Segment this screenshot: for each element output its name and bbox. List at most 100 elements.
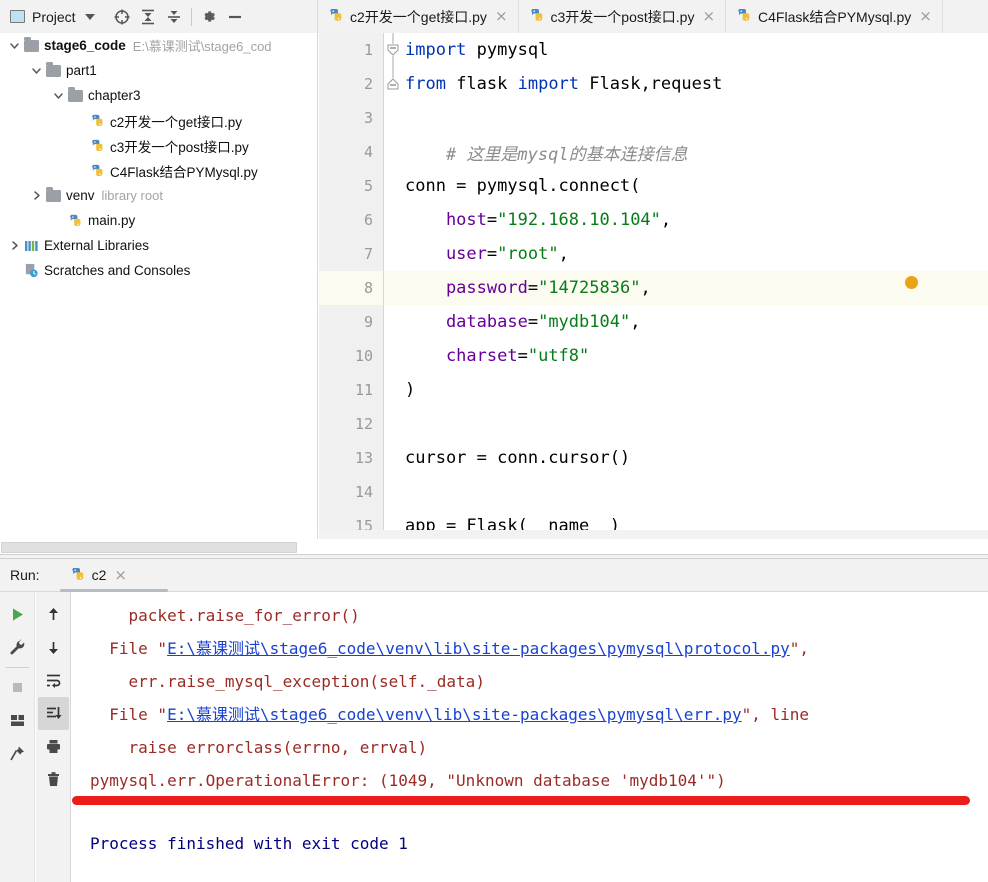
code-fold-marker[interactable] xyxy=(383,33,401,67)
code-line[interactable]: 5 conn = pymysql.connect( xyxy=(319,169,988,203)
stop-icon[interactable] xyxy=(2,671,33,704)
editor-tab-strip: c2开发一个get接口.py × c3开发一个post接口.py × C4Fla… xyxy=(318,0,988,33)
trash-icon[interactable] xyxy=(38,763,69,796)
line-number: 10 xyxy=(319,339,383,373)
up-arrow-icon[interactable] xyxy=(38,598,69,631)
run-console-output[interactable]: packet.raise_for_error() File "E:\慕课测试\s… xyxy=(72,592,988,882)
chevron-down-icon[interactable] xyxy=(28,63,44,79)
code-editor[interactable]: 1 import pymysql 2 from flask import Flask,… xyxy=(319,33,988,530)
tree-item-c3开发一个post接口.py[interactable]: c3开发一个post接口.py xyxy=(0,133,317,158)
scrollbar-thumb[interactable] xyxy=(1,542,297,553)
code-line[interactable]: 6 host="192.168.10.104", xyxy=(319,203,988,237)
line-number: 4 xyxy=(319,135,383,169)
project-window-icon xyxy=(10,10,25,23)
code-line[interactable]: 4 # 这里是mysql的基本连接信息 xyxy=(319,135,988,169)
fold-gutter xyxy=(383,339,401,373)
tree-item-stage6_code[interactable]: stage6_code E:\慕课测试\stage6_cod xyxy=(0,33,317,58)
fold-gutter xyxy=(383,101,401,135)
print-icon[interactable] xyxy=(38,730,69,763)
run-configuration-tab[interactable]: c2 × xyxy=(59,559,168,592)
scroll-to-end-icon[interactable] xyxy=(37,697,69,730)
tree-item-label: main.py xyxy=(88,213,136,228)
fold-gutter xyxy=(383,509,401,530)
code-line[interactable]: 8 password="14725836", xyxy=(319,271,988,305)
chevron-right-icon[interactable] xyxy=(28,188,44,204)
code-text: conn = pymysql.connect( xyxy=(405,176,641,196)
project-tree[interactable]: stage6_code E:\慕课测试\stage6_cod part1 chapte… xyxy=(0,33,318,539)
locate-target-icon[interactable] xyxy=(109,4,135,30)
tree-item-c2开发一个get接口.py[interactable]: c2开发一个get接口.py xyxy=(0,108,317,133)
code-line[interactable]: 3 xyxy=(319,101,988,135)
run-toolbar-right xyxy=(36,592,71,882)
tree-item-C4Flask结合PYMysql.py[interactable]: C4Flask结合PYMysql.py xyxy=(0,158,317,183)
chevron-down-icon[interactable] xyxy=(6,38,22,54)
code-line[interactable]: 13 cursor = conn.cursor() xyxy=(319,441,988,475)
code-line[interactable]: 10 charset="utf8" xyxy=(319,339,988,373)
fold-gutter xyxy=(383,305,401,339)
code-line[interactable]: 2 from flask import Flask,request xyxy=(319,67,988,101)
run-tab-label: c2 xyxy=(91,567,107,583)
project-tree-horizontal-scrollbar[interactable] xyxy=(0,541,318,554)
code-line[interactable]: 7 user="root", xyxy=(319,237,988,271)
gear-icon[interactable] xyxy=(196,4,222,30)
code-text: password="14725836", xyxy=(405,278,651,298)
minimize-icon[interactable] xyxy=(222,4,248,30)
scratches-icon xyxy=(22,263,40,278)
fold-gutter xyxy=(383,407,401,441)
console-text: pymysql.err.OperationalError: (1049, "Un… xyxy=(90,771,726,790)
run-icon[interactable] xyxy=(2,598,33,631)
project-tool-window-header: Project xyxy=(0,0,318,33)
pin-icon[interactable] xyxy=(2,737,33,770)
pycharm-window: Project c2开发一个get接口.py × c3开发一个post接口.py… xyxy=(0,0,988,882)
folder-icon xyxy=(44,61,62,77)
chevron-down-icon[interactable] xyxy=(50,88,66,104)
wrench-icon[interactable] xyxy=(2,631,33,664)
close-icon[interactable]: × xyxy=(917,9,934,24)
tree-item-main.py[interactable]: main.py xyxy=(0,208,317,233)
project-title-button[interactable]: Project xyxy=(10,9,76,25)
close-icon[interactable]: × xyxy=(112,567,129,583)
close-icon[interactable]: × xyxy=(700,9,717,24)
python-file-icon xyxy=(66,213,84,228)
close-icon[interactable]: × xyxy=(493,9,510,24)
fold-gutter xyxy=(383,169,401,203)
code-fold-marker[interactable] xyxy=(383,67,401,101)
layout-icon[interactable] xyxy=(2,704,33,737)
soft-wrap-icon[interactable] xyxy=(38,664,69,697)
chevron-right-icon[interactable] xyxy=(6,238,22,254)
file-path-link[interactable]: E:\慕课测试\stage6_code\venv\lib\site-packag… xyxy=(167,639,790,658)
editor-tab-2[interactable]: c3开发一个post接口.py × xyxy=(519,0,727,33)
code-text: user="root", xyxy=(405,244,569,264)
line-number: 6 xyxy=(319,203,383,237)
tree-item-chapter3[interactable]: chapter3 xyxy=(0,83,317,108)
collapse-all-icon[interactable] xyxy=(161,4,187,30)
code-text: from flask import Flask,request xyxy=(405,74,723,94)
file-path-link[interactable]: E:\慕课测试\stage6_code\venv\lib\site-packag… xyxy=(167,705,742,724)
python-file-icon xyxy=(88,163,106,178)
console-text: ", line xyxy=(741,705,810,724)
tree-item-part1[interactable]: part1 xyxy=(0,58,317,83)
code-line[interactable]: 9 database="mydb104", xyxy=(319,305,988,339)
code-line[interactable]: 14 xyxy=(319,475,988,509)
code-line[interactable]: 15 app = Flask(__name__) xyxy=(319,509,988,530)
tree-item-Scratches and Consoles[interactable]: Scratches and Consoles xyxy=(0,258,317,283)
line-number: 3 xyxy=(319,101,383,135)
python-file-icon xyxy=(88,113,106,128)
fold-gutter xyxy=(383,135,401,169)
expand-all-icon[interactable] xyxy=(135,4,161,30)
line-number: 2 xyxy=(319,67,383,101)
process-exit-message: Process finished with exit code 1 xyxy=(90,834,408,853)
tree-item-venv[interactable]: venv library root xyxy=(0,183,317,208)
run-tool-window-header: Run: c2 × xyxy=(0,559,988,592)
code-text: import pymysql xyxy=(405,40,549,60)
editor-tab-1[interactable]: c2开发一个get接口.py × xyxy=(318,0,519,33)
code-line[interactable]: 1 import pymysql xyxy=(319,33,988,67)
error-separator-bar xyxy=(72,796,970,805)
down-arrow-icon[interactable] xyxy=(38,631,69,664)
code-line[interactable]: 12 xyxy=(319,407,988,441)
tree-item-External Libraries[interactable]: External Libraries xyxy=(0,233,317,258)
chevron-down-icon[interactable] xyxy=(84,13,95,20)
code-line[interactable]: 11) xyxy=(319,373,988,407)
editor-tab-3[interactable]: C4Flask结合PYMysql.py × xyxy=(726,0,943,33)
